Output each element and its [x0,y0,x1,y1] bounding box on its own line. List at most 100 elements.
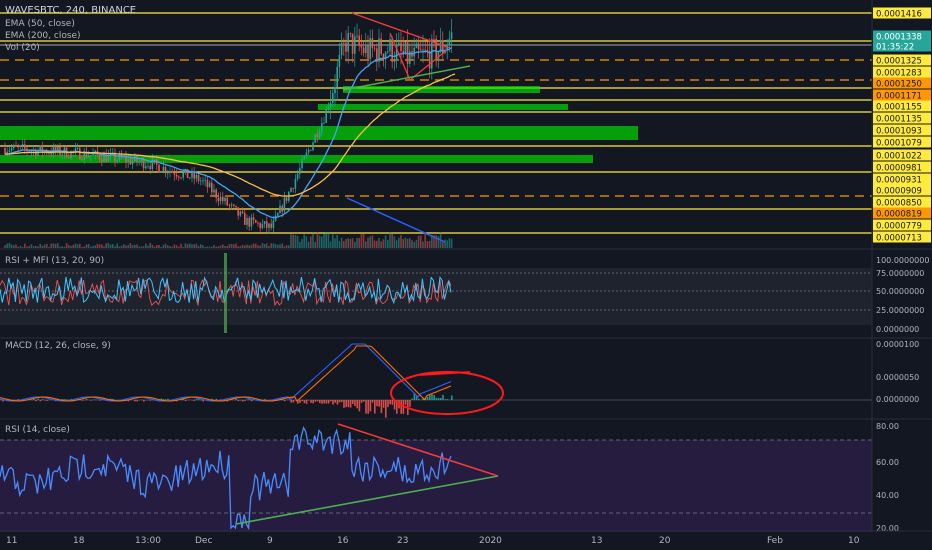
price-tag-label: 0.0000850 [876,199,922,209]
rsi-band [0,440,872,532]
candle-body [230,204,233,206]
symbol-title[interactable]: WAVESBTC, 240, BINANCE [5,5,136,16]
trading-chart[interactable]: 0.00014160.000133801:35:220.00013250.000… [0,0,932,550]
macd-histogram-bar [332,400,334,405]
macd-histogram-bar [239,400,242,401]
volume-bar [96,243,99,248]
candle-body [224,197,226,202]
volume-bar [6,243,8,248]
rsi-pane-title[interactable]: RSI (14, close) [5,425,70,436]
volume-bar [68,245,70,248]
rsi-band [0,268,872,325]
volume-bar [202,245,204,248]
volume-bar [46,243,48,248]
price-tag-label: 01:35:22 [876,43,914,53]
macd-histogram-bar [134,400,136,402]
time-tick: 10 [848,536,860,546]
candle-body [261,224,264,228]
volume-bar [279,244,281,248]
candle-body [129,158,132,165]
volume-bar [420,235,422,248]
volume-bar [217,246,220,248]
candle-body [162,166,165,173]
volume-bar [180,243,182,248]
volume-bar [26,246,28,248]
volume-bar [257,245,259,248]
rsi-tick: 40.00 [876,491,899,500]
macd-histogram-bar [312,400,314,404]
volume-bar [345,238,347,248]
macd-histogram-bar [310,400,312,403]
candle-body [244,212,246,225]
rsi-pane[interactable] [0,423,872,532]
indicator-ema50-label[interactable]: EMA (50, close) [5,19,75,30]
candle-body [217,197,220,202]
volume-bar [338,241,341,248]
volume-bar [398,237,400,248]
candle-body [233,204,235,206]
macd-histogram-bar [237,400,240,402]
candle-body [213,189,215,193]
volume-bar [114,246,116,248]
candle-body [285,197,288,201]
volume-bar [252,243,255,248]
candle-body [358,35,360,46]
candle-body [142,159,145,169]
candle-body [266,221,268,228]
price-tag-label: 0.0001022 [876,152,922,162]
candle-body [387,51,389,53]
volume-bar [158,244,160,248]
volume-bar [193,244,195,248]
volume-bar [184,243,187,248]
macd-histogram-bar [215,398,218,400]
volume-bar [43,244,46,248]
macd-histogram-bar [391,400,394,405]
candle-body [237,207,239,216]
candle-body [277,213,279,216]
volume-bar [290,234,292,248]
volume-bar [277,244,279,248]
volume-bar [215,246,217,248]
macd-histogram-bar [385,400,387,418]
volume-bar [145,243,147,248]
candle-body [79,148,81,160]
volume-bar [123,244,125,248]
volume-bar [48,246,50,248]
volume-bar [151,244,154,248]
volume-bar [382,239,385,248]
indicator-ema200-label[interactable]: EMA (200, close) [5,31,81,42]
volume-bar [79,243,81,248]
rsi-mfi-pane-title[interactable]: RSI + MFI (13, 20, 90) [5,256,104,267]
volume-bar [406,238,409,248]
volume-bar [450,238,453,248]
macd-histogram-bar [349,400,352,408]
volume-bar [373,240,376,248]
candle-body [420,49,422,51]
macd-histogram-bar [314,400,317,402]
macd-pane-title[interactable]: MACD (12, 26, close, 9) [5,341,111,352]
candle-body [178,176,180,178]
macd-histogram-bar [290,400,292,403]
time-tick: Dec [195,536,212,546]
candle-body [433,38,435,40]
volume-bar [417,235,420,248]
macd-histogram-bar [338,400,341,403]
price-tag-label: 0.0001416 [876,10,922,20]
volume-bar [347,238,349,248]
candle-body [431,38,433,69]
candle-body [81,159,83,161]
candle-body [87,156,90,158]
volume-bar [428,240,431,248]
price-tag-label: 0.0001079 [876,139,922,149]
indicator-volume-label[interactable]: Vol (20) [5,43,40,54]
volume-bar [109,244,112,248]
volume-bar [312,232,314,248]
time-tick: 16 [337,536,349,546]
macd-histogram-bar [301,400,303,402]
candle-body [323,122,325,124]
macd-histogram-bar [358,400,361,412]
candle-body [197,175,200,182]
volume-bar [160,246,162,248]
volume-bar [63,246,66,248]
candle-body [349,33,352,34]
